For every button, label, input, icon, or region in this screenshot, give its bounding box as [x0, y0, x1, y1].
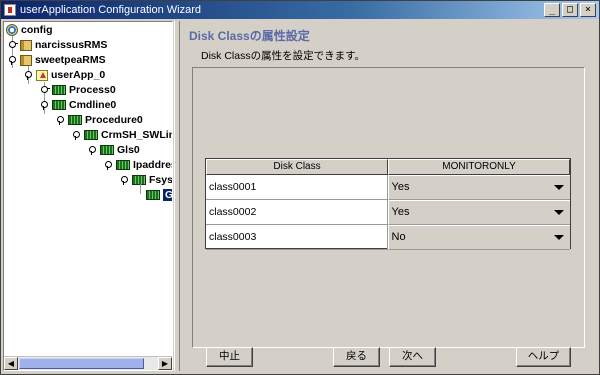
tree-node-fsystem[interactable]: Fsyste	[120, 173, 173, 187]
tree-node-gd-selected[interactable]: Gd	[146, 188, 172, 202]
resource-icon	[146, 190, 160, 200]
dropdown-arrow-icon[interactable]	[554, 210, 564, 215]
maximize-button[interactable]: □	[562, 3, 578, 17]
table-header: Disk Class MONITORONLY	[206, 159, 570, 175]
tree-node-label: Process0	[69, 84, 116, 96]
window-title: userApplication Configuration Wizard	[20, 4, 201, 16]
tree-node-cmdline0[interactable]: Cmdline0	[40, 98, 116, 112]
resource-icon	[84, 130, 98, 140]
page-title: Disk Classの属性設定	[189, 29, 310, 43]
rms-node-icon	[20, 39, 32, 51]
table-row: class0002 Yes	[206, 200, 570, 225]
scroll-left-icon[interactable]: ◀	[4, 357, 18, 370]
tree-node-label: Procedure0	[85, 114, 143, 126]
disk-class-cell: class0001	[206, 175, 388, 200]
collapse-handle-icon[interactable]	[8, 40, 18, 50]
tree-node-label: userApp_0	[51, 69, 106, 81]
config-tree[interactable]: config narcissusRMS sweetpeaRMS userApp_…	[3, 21, 173, 371]
collapse-handle-icon[interactable]	[40, 85, 50, 95]
expand-handle-icon[interactable]	[88, 145, 97, 155]
resource-icon	[100, 145, 114, 155]
tree-node-label: sweetpeaRMS	[35, 54, 106, 66]
cancel-button[interactable]: 中止	[206, 347, 253, 367]
monitoronly-select[interactable]: Yes	[387, 175, 570, 200]
monitoronly-select[interactable]: Yes	[387, 200, 570, 225]
expand-handle-icon[interactable]	[8, 55, 17, 65]
tree-node-crmsh-swline[interactable]: CrmSH_SWLine	[72, 128, 173, 142]
tree-connector	[140, 184, 141, 194]
expand-handle-icon[interactable]	[104, 160, 113, 170]
column-header-monitoronly[interactable]: MONITORONLY	[388, 159, 570, 175]
monitoronly-select[interactable]: No	[387, 225, 570, 250]
monitoronly-value: No	[391, 231, 406, 243]
dropdown-arrow-icon[interactable]	[554, 235, 564, 240]
tree-horizontal-scrollbar[interactable]: ◀ ▶	[4, 356, 172, 370]
tree-node-process0[interactable]: Process0	[40, 83, 116, 97]
tree-node-ipaddress[interactable]: Ipaddress	[104, 158, 172, 172]
userapp-icon	[36, 69, 48, 81]
resource-icon	[52, 100, 66, 110]
pane-splitter[interactable]	[174, 21, 180, 371]
rms-node-icon	[20, 54, 32, 66]
close-button[interactable]: ×	[580, 3, 596, 17]
monitoronly-value: Yes	[391, 206, 410, 218]
expand-handle-icon[interactable]	[72, 130, 81, 140]
disk-class-cell: class0002	[206, 200, 388, 225]
expand-handle-icon[interactable]	[120, 175, 129, 185]
tree-node-label: CrmSH_SWLine	[101, 129, 173, 141]
table-row: class0001 Yes	[206, 175, 570, 200]
resource-icon	[116, 160, 130, 170]
table-row: class0003 No	[206, 225, 570, 250]
tree-node-sweetpearms[interactable]: sweetpeaRMS	[8, 53, 106, 67]
disk-class-table: Disk Class MONITORONLY class0001 Yes cla…	[205, 158, 571, 250]
column-header-disk-class[interactable]: Disk Class	[206, 159, 388, 175]
resource-icon	[68, 115, 82, 125]
tree-node-userapp[interactable]: userApp_0	[24, 68, 105, 82]
expand-handle-icon[interactable]	[40, 100, 49, 110]
tree-node-gls0[interactable]: Gls0	[88, 143, 140, 157]
tree-node-label: Gls0	[117, 144, 140, 156]
tree-node-label: Cmdline0	[69, 99, 117, 111]
tree-node-label: narcissusRMS	[35, 39, 108, 51]
scroll-thumb[interactable]	[19, 358, 144, 369]
page-description: Disk Classの属性を設定できます。	[201, 50, 366, 62]
scroll-right-icon[interactable]: ▶	[158, 357, 172, 370]
title-bar[interactable]: userApplication Configuration Wizard _ □…	[1, 1, 599, 19]
tree-node-label: Ipaddress	[133, 159, 172, 171]
help-button[interactable]: ヘルプ	[516, 347, 571, 367]
tree-node-label: Gd	[163, 189, 172, 201]
dropdown-arrow-icon[interactable]	[554, 185, 564, 190]
expand-handle-icon[interactable]	[56, 115, 65, 125]
config-icon	[6, 24, 18, 36]
next-button[interactable]: 次へ	[389, 347, 436, 367]
tree-node-label: config	[21, 24, 53, 36]
monitoronly-value: Yes	[391, 181, 410, 193]
wizard-window: userApplication Configuration Wizard _ □…	[0, 0, 600, 375]
expand-handle-icon[interactable]	[24, 70, 33, 80]
back-button[interactable]: 戻る	[333, 347, 380, 367]
resource-icon	[132, 175, 146, 185]
minimize-button[interactable]: _	[544, 3, 560, 17]
java-app-icon	[4, 4, 16, 16]
tree-node-narcissusrms[interactable]: narcissusRMS	[8, 38, 107, 52]
resource-icon	[52, 85, 66, 95]
disk-class-cell: class0003	[206, 225, 388, 250]
tree-node-label: Fsyste	[149, 174, 173, 186]
tree-node-config[interactable]: config	[6, 23, 53, 37]
tree-node-procedure0[interactable]: Procedure0	[56, 113, 143, 127]
